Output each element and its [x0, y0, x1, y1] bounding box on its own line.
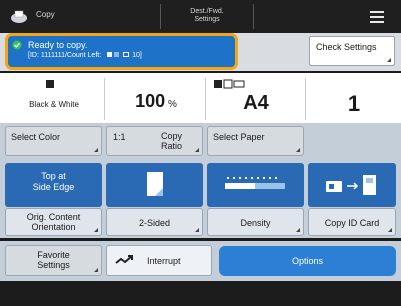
copy-icon [11, 10, 27, 23]
copy-ratio-label: Copy Ratio [160, 131, 182, 151]
status-message: Ready to copy. [28, 40, 88, 50]
color-indicator-icon [114, 52, 120, 57]
interrupt-button[interactable]: Interrupt [106, 245, 212, 276]
bw-indicator-icon [107, 52, 113, 57]
favorite-settings-button[interactable]: Favorite Settings [5, 245, 102, 276]
copy-ratio-button[interactable]: 1:1 Copy Ratio [106, 126, 203, 156]
check-settings-label: Check Settings [316, 42, 377, 52]
two-sided-icon [147, 172, 163, 196]
status-details: [ID: 1111111/Count Left: 10] [28, 52, 142, 59]
interrupt-label: Interrupt [147, 256, 181, 266]
options-label: Options [291, 256, 324, 266]
top-side-edge-label: Top at Side Edge [32, 171, 75, 192]
orig-content-orientation-button[interactable]: Orig. Content Orientation [5, 208, 102, 236]
ready-check-icon [12, 40, 22, 50]
status-box: Ready to copy. [ID: 1111111/Count Left: … [5, 33, 238, 70]
copy-ratio-display: 100 % [108, 91, 204, 112]
paper-size-value: A4 [243, 92, 269, 114]
select-color-button[interactable]: Select Color [5, 126, 102, 156]
settings-label: Settings [194, 16, 220, 23]
top-bar: Copy Dest./Fwd. Settings [0, 0, 401, 33]
select-color-label: Select Color [11, 132, 61, 142]
app-title: Copy [36, 10, 55, 19]
interrupt-icon [115, 255, 133, 264]
dest-fwd-settings-button[interactable]: Dest./Fwd. Settings [160, 4, 254, 29]
copies-count: 1 [347, 91, 361, 116]
options-button[interactable]: Options [219, 246, 396, 276]
select-paper-label: Select Paper [213, 132, 265, 142]
density-scale-icon [225, 177, 285, 189]
copy-id-card-tile[interactable] [308, 163, 396, 207]
black-white-icon [46, 80, 54, 88]
density-tile[interactable] [207, 163, 304, 207]
ratio-value: 100 [135, 91, 166, 111]
id-card-copy-icon [326, 175, 376, 195]
paper-stack-icon [123, 52, 130, 57]
two-sided-button[interactable]: 2-Sided [106, 208, 203, 236]
color-mode-label: Black & White [29, 100, 79, 109]
two-sided-tile[interactable] [106, 163, 203, 207]
top-side-edge-tile[interactable]: Top at Side Edge [5, 163, 102, 207]
footer-bar [0, 281, 401, 306]
check-settings-button[interactable]: Check Settings [309, 36, 395, 66]
ratio-unit: % [167, 99, 177, 110]
menu-button[interactable] [362, 6, 396, 28]
dest-fwd-label: Dest./Fwd. [190, 8, 224, 15]
menu-icon [370, 11, 384, 13]
ratio-prefix: 1:1 [113, 132, 126, 142]
select-paper-button[interactable]: Select Paper [207, 126, 304, 156]
density-button[interactable]: Density [207, 208, 304, 236]
paper-drawer-icons [214, 79, 245, 89]
copy-id-card-button[interactable]: Copy ID Card [308, 208, 396, 236]
